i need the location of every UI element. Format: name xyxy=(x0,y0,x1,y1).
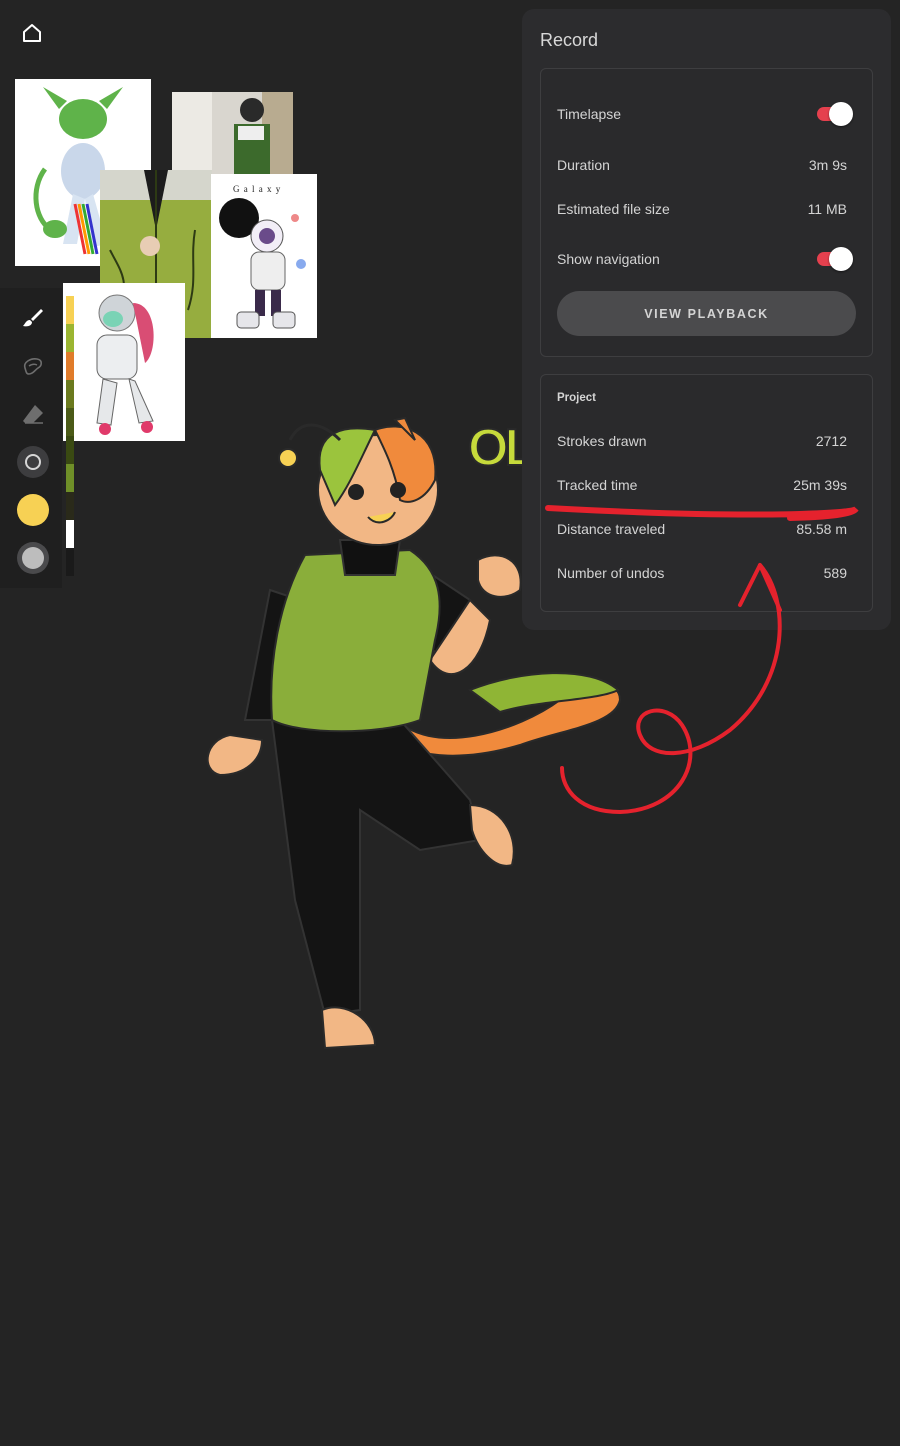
tracked-time-label: Tracked time xyxy=(557,477,638,493)
tracked-time-row: Tracked time 25m 39s xyxy=(557,473,847,497)
strokes-label: Strokes drawn xyxy=(557,433,647,449)
palette-swatch[interactable] xyxy=(66,492,74,520)
project-heading: Project xyxy=(557,392,596,404)
navigation-toggle[interactable] xyxy=(817,247,853,271)
palette-swatch[interactable] xyxy=(66,436,74,464)
brush-size-icon xyxy=(17,446,49,478)
timelapse-toggle[interactable] xyxy=(817,102,853,126)
canvas-sign: OLI xyxy=(466,400,526,480)
brush-tool[interactable] xyxy=(14,299,52,337)
palette-swatch[interactable] xyxy=(66,296,74,324)
color-palette-strip xyxy=(66,296,74,580)
home-icon xyxy=(23,24,41,42)
undos-row: Number of undos 589 xyxy=(557,561,847,585)
toggle-knob xyxy=(829,102,853,126)
home-button[interactable] xyxy=(14,18,50,48)
timelapse-row: Timelapse xyxy=(557,102,853,126)
filesize-label: Estimated file size xyxy=(557,201,670,217)
tracked-time-value: 25m 39s xyxy=(793,477,847,493)
tool-sidebar xyxy=(0,288,62,588)
navigation-label: Show navigation xyxy=(557,251,660,267)
distance-row: Distance traveled 85.58 m xyxy=(557,517,847,541)
reference-image-astronaut[interactable] xyxy=(63,283,185,441)
strokes-value: 2712 xyxy=(815,433,847,449)
distance-value: 85.58 m xyxy=(796,521,847,537)
palette-swatch[interactable] xyxy=(66,352,74,380)
color-picker-button[interactable] xyxy=(14,491,52,529)
filesize-row: Estimated file size 11 MB xyxy=(557,197,847,221)
strokes-row: Strokes drawn 2712 xyxy=(557,429,847,453)
record-card: Timelapse Duration 3m 9s Estimated file … xyxy=(540,68,873,357)
galaxy-caption: G a l a x y xyxy=(233,184,282,194)
smudge-tool[interactable] xyxy=(14,347,52,385)
palette-swatch[interactable] xyxy=(66,520,74,548)
view-playback-button[interactable]: VIEW PLAYBACK xyxy=(557,291,856,336)
palette-swatch[interactable] xyxy=(66,380,74,408)
undos-label: Number of undos xyxy=(557,565,665,581)
duration-value: 3m 9s xyxy=(808,157,847,173)
eraser-tool[interactable] xyxy=(14,395,52,433)
opacity-control[interactable] xyxy=(14,539,52,577)
distance-label: Distance traveled xyxy=(557,521,666,537)
opacity-icon xyxy=(17,542,49,574)
filesize-value: 11 MB xyxy=(807,201,847,217)
brush-icon xyxy=(23,309,43,327)
duration-label: Duration xyxy=(557,157,610,173)
eraser-icon xyxy=(23,405,43,424)
palette-swatch[interactable] xyxy=(66,324,74,352)
reference-image-street-photo[interactable] xyxy=(172,92,293,174)
current-color-swatch xyxy=(17,494,49,526)
panel-title: Record xyxy=(540,30,599,50)
duration-row: Duration 3m 9s xyxy=(557,153,847,177)
record-panel: Record Timelapse Duration 3m 9s Estimate… xyxy=(522,9,891,630)
brush-size-control[interactable] xyxy=(14,443,52,481)
palette-swatch[interactable] xyxy=(66,464,74,492)
toggle-knob xyxy=(829,247,853,271)
project-card: Project Strokes drawn 2712 Tracked time … xyxy=(540,374,873,612)
navigation-row: Show navigation xyxy=(557,247,853,271)
palette-swatch[interactable] xyxy=(66,408,74,436)
undos-value: 589 xyxy=(823,565,847,581)
canvas-sign-text: OLI xyxy=(467,418,526,478)
timelapse-label: Timelapse xyxy=(557,106,622,122)
smudge-icon xyxy=(23,358,43,375)
palette-swatch[interactable] xyxy=(66,548,74,576)
reference-image-galaxy-astronaut[interactable]: G a l a x y xyxy=(211,174,317,338)
